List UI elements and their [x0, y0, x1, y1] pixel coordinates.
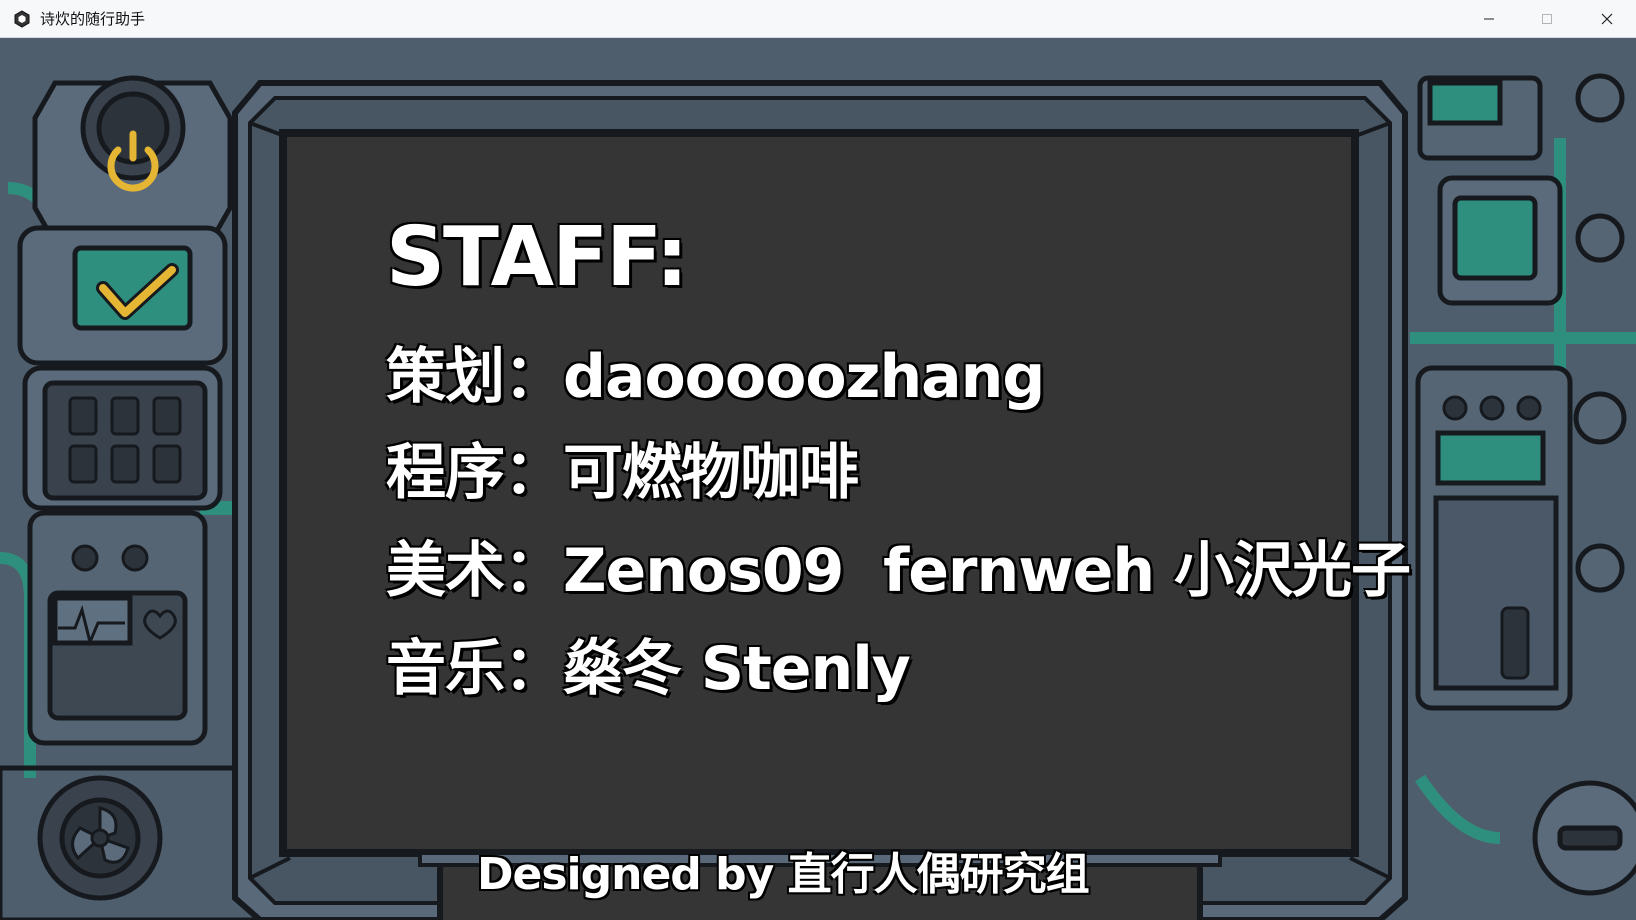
credit-line-planning: 策划：daooooozhang [386, 328, 1045, 415]
maximize-button[interactable] [1518, 0, 1576, 38]
credit-role: 策划： [386, 342, 564, 412]
window-titlebar: 诗炊的随行助手 [0, 0, 1636, 38]
minimize-icon [1484, 18, 1494, 20]
credit-names: 可燃物咖啡 [563, 438, 859, 508]
credit-names: 燊冬 Stenly [563, 634, 911, 704]
credit-names: daooooozhang [563, 342, 1045, 412]
credit-line-art: 美术：Zenos09 fernweh 小沢光子 [386, 522, 1411, 609]
credit-line-music: 音乐：燊冬 Stenly [386, 620, 911, 707]
credit-role: 程序： [386, 438, 564, 508]
window-title: 诗炊的随行助手 [40, 10, 146, 28]
credit-names: Zenos09 fernweh 小沢光子 [563, 536, 1411, 606]
close-button[interactable] [1578, 0, 1636, 38]
credit-role: 音乐： [386, 634, 564, 704]
staff-heading: STAFF: [386, 210, 688, 305]
close-icon [1601, 13, 1613, 25]
credits-scene: STAFF: 策划：daooooozhang 程序：可燃物咖啡 美术：Zenos… [0, 38, 1636, 920]
designed-by-footer: Designed by 直行人偶研究组 [477, 849, 1090, 900]
maximize-icon [1542, 14, 1552, 24]
credit-line-programming: 程序：可燃物咖啡 [386, 424, 859, 511]
minimize-button[interactable] [1460, 0, 1518, 38]
hexagon-app-icon [12, 9, 32, 29]
credit-role: 美术： [386, 536, 564, 606]
